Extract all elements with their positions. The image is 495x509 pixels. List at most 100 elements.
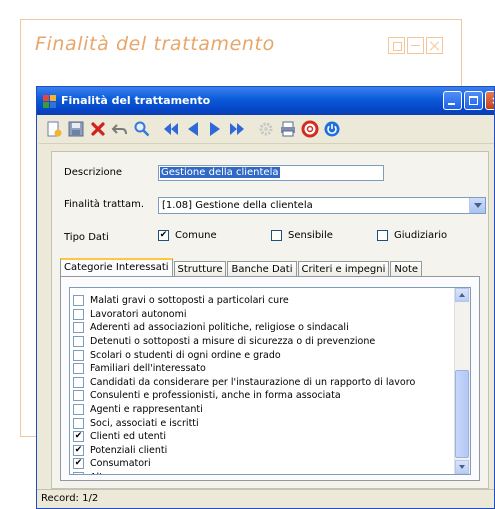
list-item-label: Candidati da considerare per l'instauraz… (90, 376, 416, 388)
minimize-button[interactable] (443, 91, 462, 110)
checkbox-giudiziario-box[interactable] (377, 230, 388, 241)
finalita-select[interactable]: [1.08] Gestione della clientela (158, 197, 486, 214)
list-item[interactable]: ✔ Consumatori (70, 457, 470, 471)
list-item-checkbox[interactable]: ✔ (73, 431, 84, 443)
list-item[interactable]: Agenti e rappresentanti (70, 403, 470, 417)
status-bar: Record: 1/2 (37, 489, 494, 508)
descrizione-value: Gestione della clientela (160, 167, 280, 178)
frame-buttons (388, 37, 443, 54)
list-item-checkbox[interactable] (73, 308, 84, 320)
scroll-thumb[interactable] (455, 370, 469, 458)
list-item-label: Consulenti e professionisti, anche in fo… (90, 390, 341, 402)
window-title: Finalità del trattamento (61, 94, 211, 107)
list-item[interactable]: Consulenti e professionisti, anche in fo… (70, 389, 470, 403)
list-item[interactable]: ✔ Clienti ed utenti (70, 430, 470, 444)
toolbar (39, 115, 494, 144)
delete-icon[interactable] (87, 119, 108, 140)
tab-panel: Malati gravi o sottoposti a particolari … (60, 276, 480, 481)
next-icon[interactable] (204, 119, 225, 140)
tab-strip: Categorie Interessati Strutture Banche D… (60, 258, 423, 276)
list-item-label: Clienti ed utenti (90, 431, 167, 443)
frame-minimize-icon[interactable] (407, 37, 424, 54)
list-item-label: Aderenti ad associazioni politiche, reli… (90, 322, 349, 334)
list-item-label: Malati gravi o sottoposti a particolari … (90, 295, 289, 307)
frame-restore-icon[interactable] (388, 37, 405, 54)
list-item-checkbox[interactable]: ✔ (73, 458, 84, 470)
list-item[interactable]: Aderenti ad associazioni politiche, reli… (70, 321, 470, 335)
list-item-checkbox[interactable] (73, 363, 84, 375)
descrizione-field[interactable]: Gestione della clientela (158, 165, 384, 181)
checkbox-giudiziario[interactable]: Giudiziario (377, 230, 447, 241)
list-item-label: Lavoratori autonomi (90, 308, 187, 320)
list-item-label: Familiari dell'interessato (90, 363, 206, 375)
list-item-checkbox[interactable] (73, 472, 84, 474)
list-item-label: Soci, associati e iscritti (90, 417, 199, 429)
list-item[interactable]: ✔ Potenziali clienti (70, 444, 470, 458)
finalita-value: [1.08] Gestione della clientela (162, 200, 313, 211)
last-icon[interactable] (226, 119, 247, 140)
tab-note[interactable]: Note (390, 261, 423, 276)
list-item[interactable]: Lavoratori autonomi (70, 308, 470, 322)
scroll-down-icon[interactable] (455, 460, 469, 474)
save-icon[interactable] (65, 119, 86, 140)
list-item[interactable]: Scolari o studenti di ogni ordine e grad… (70, 348, 470, 362)
print-icon[interactable] (277, 119, 298, 140)
power-icon[interactable] (321, 119, 342, 140)
list-item-label: Consumatori (90, 458, 151, 470)
list-item-label: Altro (90, 472, 112, 474)
checkbox-sensibile-box[interactable] (271, 230, 282, 241)
list-item-label: Potenziali clienti (90, 444, 168, 456)
scroll-up-icon[interactable] (455, 288, 469, 302)
list-item[interactable]: Malati gravi o sottoposti a particolari … (70, 294, 470, 308)
list-item-checkbox[interactable]: ✔ (73, 444, 84, 456)
settings-icon[interactable] (255, 119, 276, 140)
list-item-checkbox[interactable] (73, 390, 84, 402)
finalita-label: Finalità trattam. (64, 199, 145, 210)
tab-categorie-interessati[interactable]: Categorie Interessati (60, 258, 173, 276)
close-button[interactable]: × (485, 91, 494, 110)
list-item-checkbox[interactable] (73, 376, 84, 388)
list-item-label: Detenuti o sottoposti a misure di sicure… (90, 336, 376, 348)
frame-close-icon[interactable] (426, 37, 443, 54)
checkbox-comune-label: Comune (175, 230, 217, 241)
form-area: Descrizione Gestione della clientela Fin… (51, 151, 489, 489)
list-item-checkbox[interactable] (73, 295, 84, 307)
record-counter: Record: 1/2 (41, 493, 99, 504)
new-icon[interactable] (43, 119, 64, 140)
list-item[interactable]: Familiari dell'interessato (70, 362, 470, 376)
first-icon[interactable] (160, 119, 181, 140)
title-bar[interactable]: Finalità del trattamento × (37, 87, 494, 115)
tab-strutture[interactable]: Strutture (173, 261, 227, 276)
checkbox-comune[interactable]: ✔ Comune (158, 230, 217, 241)
app-icon (43, 95, 56, 108)
list-item[interactable]: Altro (70, 471, 470, 474)
chevron-down-icon[interactable] (469, 198, 485, 213)
prev-icon[interactable] (182, 119, 203, 140)
list-item-checkbox[interactable] (73, 336, 84, 348)
list-item-label: Scolari o studenti di ogni ordine e grad… (90, 349, 281, 361)
list-item[interactable]: Detenuti o sottoposti a misure di sicure… (70, 335, 470, 349)
list-item-label: Agenti e rappresentanti (90, 404, 203, 416)
checkbox-comune-box[interactable]: ✔ (158, 230, 169, 241)
list-item[interactable]: Candidati da considerare per l'instauraz… (70, 376, 470, 390)
search-icon[interactable] (131, 119, 152, 140)
help-icon[interactable] (299, 119, 320, 140)
tab-banche-dati[interactable]: Banche Dati (227, 261, 297, 276)
categories-list[interactable]: Malati gravi o sottoposti a particolari … (69, 287, 471, 475)
list-item-checkbox[interactable] (73, 417, 84, 429)
checkbox-giudiziario-label: Giudiziario (394, 230, 448, 241)
list-item-checkbox[interactable] (73, 404, 84, 416)
checkbox-sensibile-label: Sensibile (288, 230, 333, 241)
tipo-dati-label: Tipo Dati (64, 232, 109, 243)
list-item-checkbox[interactable] (73, 322, 84, 334)
descrizione-label: Descrizione (64, 167, 123, 178)
checkbox-sensibile[interactable]: Sensibile (271, 230, 333, 241)
app-window: Finalità del trattamento × Descrizione G… (36, 86, 495, 509)
undo-icon[interactable] (109, 119, 130, 140)
tab-criteri-e-impegni[interactable]: Criteri e impegni (297, 261, 390, 276)
list-item[interactable]: Soci, associati e iscritti (70, 416, 470, 430)
maximize-button[interactable] (464, 91, 483, 110)
list-item-checkbox[interactable] (73, 349, 84, 361)
frame-title: Finalità del trattamento (35, 33, 275, 55)
vertical-scrollbar[interactable] (454, 288, 470, 474)
